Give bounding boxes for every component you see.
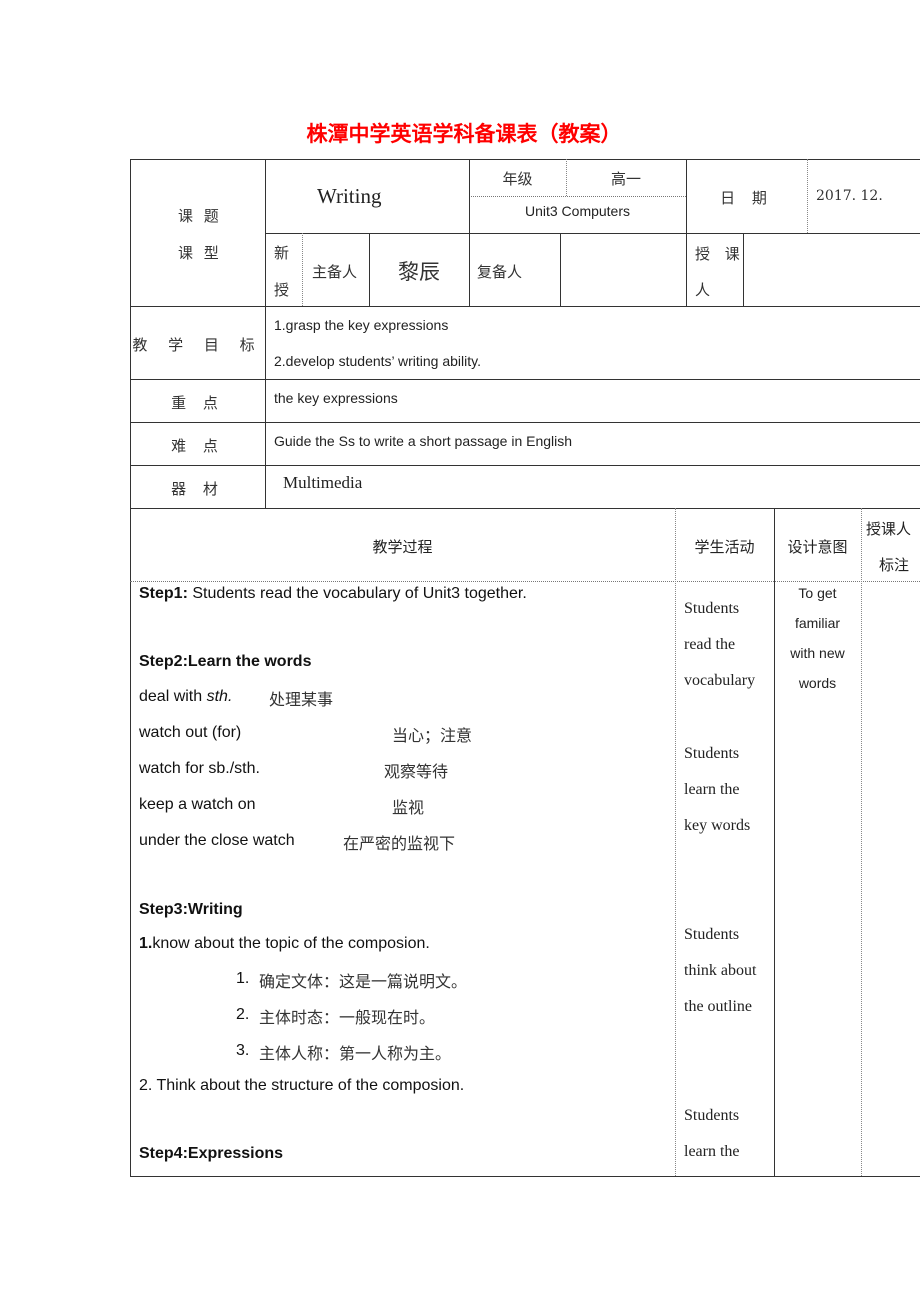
- type-value-line2: 授: [274, 281, 290, 299]
- row-line: [469, 196, 686, 197]
- step1-label: Step1:: [139, 585, 188, 602]
- grade-value: 高一: [610, 170, 641, 188]
- type-label: 课 型: [178, 244, 222, 262]
- step3-sub-text: 确定文体：这是一篇说明文。: [259, 972, 468, 991]
- row-line: [130, 508, 920, 509]
- key-points-value: the key expressions: [274, 390, 398, 406]
- word-cn: 当心；注意: [392, 726, 473, 745]
- step3-sub-num: 1.: [236, 970, 250, 987]
- step3-point2: 2. Think about the structure of the comp…: [139, 1077, 465, 1094]
- step3-point1-text: know about the topic of the composion.: [152, 935, 430, 952]
- objective-item: 2.develop students’ writing ability.: [274, 353, 481, 369]
- step3-sub-num: 2.: [236, 1006, 250, 1023]
- row-line: [130, 465, 920, 466]
- row-line: [265, 233, 920, 234]
- col-line: [807, 159, 808, 233]
- document-title: 株潭中学英语学科备课表（教案）: [306, 121, 622, 146]
- step2-label: Step2:Learn the words: [139, 653, 312, 670]
- activity-line: learn the: [684, 1143, 740, 1160]
- objective-item: 1.grasp the key expressions: [274, 317, 449, 333]
- word-cn: 处理某事: [269, 690, 334, 709]
- activity-line: learn the: [684, 781, 740, 798]
- row-line: [130, 422, 920, 423]
- co-preparer-label: 复备人: [477, 263, 523, 281]
- grade-label: 年级: [502, 170, 533, 188]
- word-en: watch out (for): [139, 724, 242, 741]
- activity-line: key words: [684, 817, 751, 834]
- step3-sub-text: 主体时态：一般现在时。: [259, 1008, 436, 1027]
- activity-line: Students: [684, 745, 740, 762]
- step3-point1-num: 1.: [139, 935, 153, 952]
- activity-line: think about: [684, 962, 757, 979]
- step3-label: Step3:Writing: [139, 901, 243, 918]
- word-en: deal with sth.: [139, 688, 232, 706]
- col-line: [774, 508, 775, 1176]
- step1-text: Students read the vocabulary of Unit3 to…: [187, 585, 527, 602]
- intent-line: To get: [798, 585, 837, 601]
- table-border-left: [130, 159, 131, 1177]
- materials-label: 器 材: [171, 480, 224, 498]
- word-en: watch for sb./sth.: [139, 760, 260, 777]
- word-en-italic: sth.: [206, 688, 233, 705]
- intent-line: familiar: [794, 615, 841, 631]
- activity-line: Students: [684, 1107, 740, 1124]
- word-cn: 观察等待: [384, 762, 449, 781]
- topic-value: Writing: [317, 184, 382, 208]
- table-border-bottom: [130, 1176, 920, 1177]
- activity-line: read the: [684, 636, 736, 653]
- activity-line: the outline: [684, 998, 752, 1015]
- difficulties-value: Guide the Ss to write a short passage in…: [274, 433, 573, 449]
- col-line: [302, 233, 303, 306]
- row-line: [130, 379, 920, 380]
- topic-label: 课 题: [178, 207, 222, 225]
- header-student-activity: 学生活动: [694, 538, 755, 556]
- intent-line: words: [798, 675, 837, 691]
- word-cn: 监视: [392, 798, 425, 817]
- header-teacher-notes-line2: 标注: [878, 556, 909, 574]
- col-line: [686, 159, 687, 306]
- word-en: under the close watch: [139, 832, 295, 849]
- step3-point1: 1.know about the topic of the composion.: [139, 935, 430, 953]
- word-cn: 在严密的监视下: [343, 834, 456, 853]
- type-value-line1: 新: [274, 244, 290, 262]
- step4-label: Step4:Expressions: [139, 1145, 284, 1162]
- date-label: 日 期: [720, 189, 773, 207]
- key-points-label: 重 点: [171, 394, 224, 412]
- row-line: [130, 581, 920, 582]
- materials-value: Multimedia: [283, 473, 363, 492]
- intent-line: with new: [790, 645, 845, 661]
- unit-value: Unit3 Computers: [524, 203, 631, 219]
- row-line: [130, 159, 920, 160]
- step3-sub-num: 3.: [236, 1042, 250, 1059]
- row-line: [130, 306, 920, 307]
- header-design-intent: 设计意图: [787, 538, 848, 556]
- col-line: [861, 508, 862, 1176]
- col-line: [675, 508, 676, 1176]
- activity-line: Students: [684, 926, 740, 943]
- activity-line: vocabulary: [684, 672, 756, 689]
- word-en-text: deal with: [139, 688, 207, 705]
- date-value: 2017. 12.: [816, 188, 883, 204]
- col-line: [560, 233, 561, 306]
- step1: Step1: Students read the vocabulary of U…: [139, 585, 527, 603]
- teacher-label-line1: 授 课: [695, 245, 745, 263]
- header-teacher-notes-line1: 授课人: [866, 520, 912, 538]
- header-process: 教学过程: [372, 538, 433, 556]
- main-preparer-label: 主备人: [312, 263, 358, 281]
- difficulties-label: 难 点: [171, 437, 224, 455]
- objectives-label: 教 学 目 标: [132, 336, 263, 354]
- activity-line: Students: [684, 600, 740, 617]
- word-en: keep a watch on: [139, 796, 256, 813]
- col-line: [265, 159, 266, 508]
- teacher-label-line2: 人: [695, 281, 714, 299]
- main-preparer-value: 黎辰: [398, 260, 440, 284]
- step3-sub-text: 主体人称：第一人称为主。: [259, 1044, 452, 1063]
